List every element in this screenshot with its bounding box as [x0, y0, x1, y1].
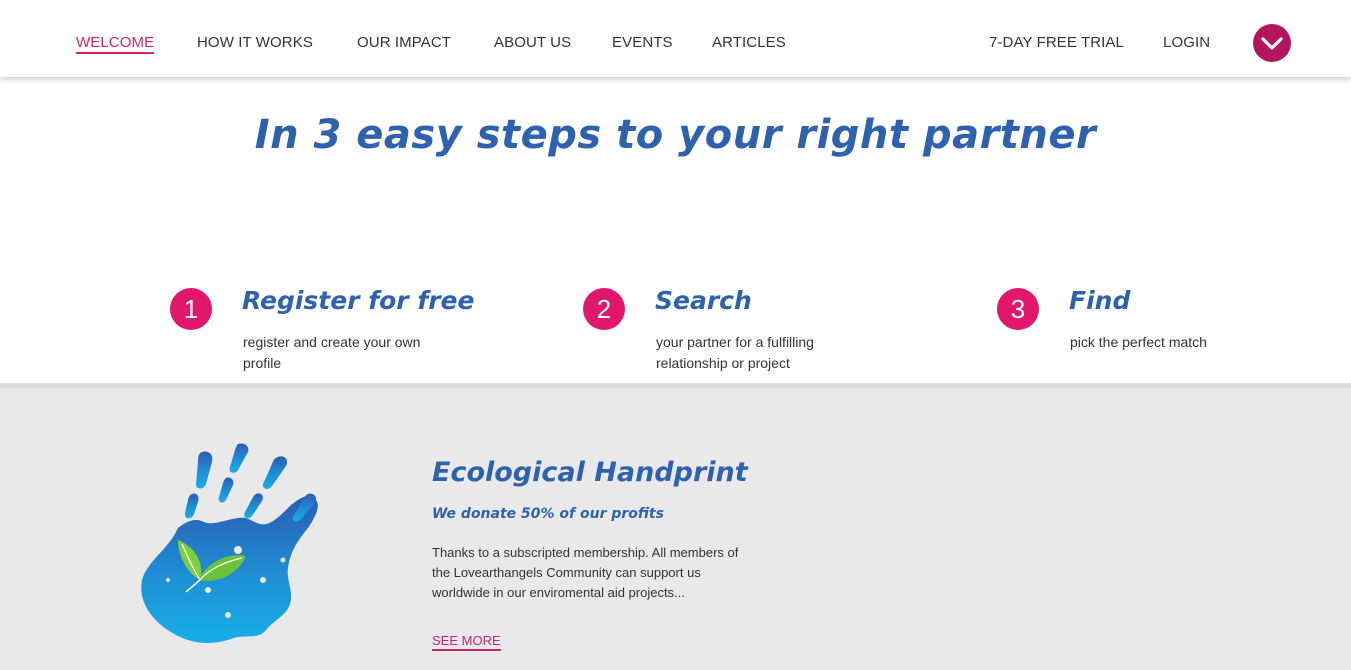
nav-item-how-it-works[interactable]: HOW IT WORKS — [197, 34, 313, 51]
step-number-badge: 2 — [583, 288, 625, 330]
menu-toggle-button[interactable] — [1253, 24, 1291, 62]
step-description: your partner for a fulfilling relationsh… — [656, 334, 814, 371]
ecological-handprint-section: Ecological Handprint We donate 50% of ou… — [0, 383, 1351, 670]
nav-item-our-impact[interactable]: OUR IMPACT — [357, 34, 451, 51]
step-number-badge: 3 — [997, 288, 1039, 330]
step-title: Register for free — [242, 286, 475, 315]
eco-description: Thanks to a subscripted membership. All … — [432, 545, 739, 600]
step-description: register and create your own profile — [243, 334, 421, 371]
eco-subtitle: We donate 50% of our profits — [432, 506, 664, 522]
free-trial-link[interactable]: 7-DAY FREE TRIAL — [989, 34, 1124, 51]
nav-item-about-us[interactable]: ABOUT US — [494, 34, 571, 51]
step-title: Search — [655, 286, 752, 315]
nav-item-articles[interactable]: ARTICLES — [712, 34, 786, 51]
step-title: Find — [1069, 286, 1131, 315]
eco-title: Ecological Handprint — [432, 457, 748, 488]
handprint-icon — [141, 443, 318, 643]
login-link[interactable]: LOGIN — [1163, 34, 1210, 51]
chevron-down-icon — [1261, 37, 1283, 50]
top-navigation: WELCOME HOW IT WORKS OUR IMPACT ABOUT US… — [0, 0, 1351, 77]
nav-item-welcome[interactable]: WELCOME — [76, 34, 155, 54]
step-description: pick the perfect match — [1070, 334, 1207, 350]
steps-headline: In 3 easy steps to your right partner — [254, 112, 1097, 158]
step-number-badge: 1 — [170, 288, 212, 330]
see-more-link[interactable]: SEE MORE — [432, 633, 501, 651]
nav-item-events[interactable]: EVENTS — [612, 34, 673, 51]
